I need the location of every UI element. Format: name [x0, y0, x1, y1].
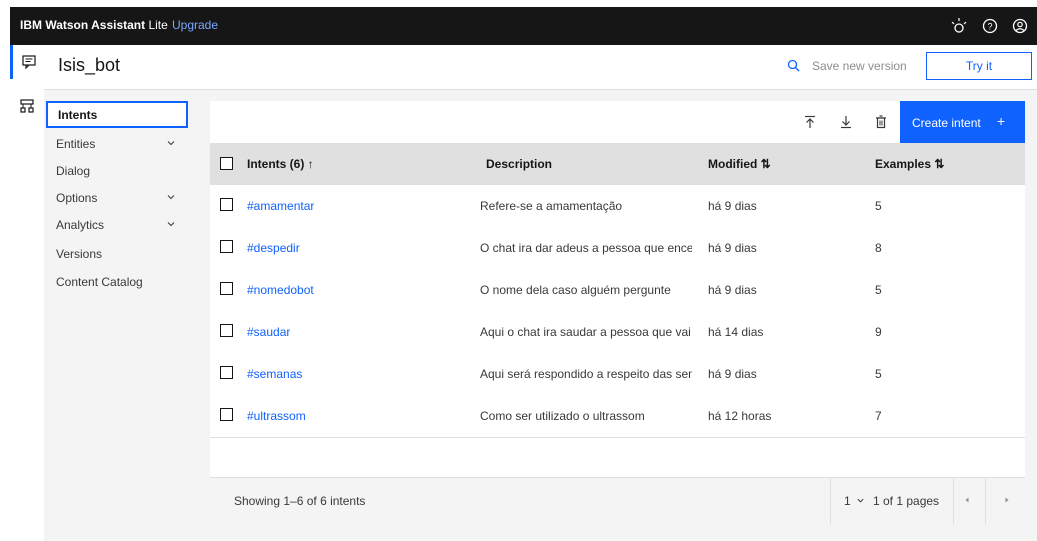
brand[interactable]: IBM Watson Assistant Lite — [20, 18, 168, 32]
intent-modified: há 9 dias — [708, 283, 757, 297]
help-icon[interactable]: ? — [980, 16, 1000, 36]
plus-icon: + — [997, 113, 1006, 129]
intent-examples: 5 — [875, 199, 882, 213]
left-rail — [10, 45, 44, 541]
intent-description: Aqui o chat ira saudar a pessoa que vai … — [480, 325, 692, 339]
intent-description: O chat ira dar adeus a pessoa que encer.… — [480, 241, 692, 255]
nav-item-entities[interactable]: Entities — [46, 131, 188, 157]
intent-examples: 7 — [875, 409, 882, 423]
next-page-icon[interactable] — [1000, 493, 1014, 507]
table-header: Intents (6) ↑ Description Modified ⇅ Exa… — [210, 143, 1025, 185]
intent-examples: 5 — [875, 367, 882, 381]
page-title: Isis_bot — [58, 55, 121, 75]
intent-name-link[interactable]: #saudar — [247, 325, 290, 339]
previous-page-icon[interactable] — [960, 493, 974, 507]
intent-modified: há 9 dias — [708, 241, 757, 255]
intent-name-link[interactable]: #nomedobot — [247, 283, 314, 297]
search-icon[interactable] — [787, 59, 800, 77]
row-checkbox[interactable] — [220, 324, 233, 337]
nav-item-content-catalog[interactable]: Content Catalog — [46, 269, 188, 295]
nav-item-analytics[interactable]: Analytics — [46, 212, 188, 238]
row-checkbox[interactable] — [220, 408, 233, 421]
top-bar: IBM Watson Assistant Lite Upgrade ? — [10, 7, 1037, 45]
intent-examples: 5 — [875, 283, 882, 297]
intent-modified: há 9 dias — [708, 199, 757, 213]
nav-item-versions[interactable]: Versions — [46, 241, 188, 267]
column-header-intents[interactable]: Intents (6) ↑ — [247, 157, 314, 171]
intent-modified: há 12 horas — [708, 409, 772, 423]
page-count: 1 of 1 pages — [873, 494, 940, 508]
intent-description: O nome dela caso alguém pergunte — [480, 283, 671, 297]
table-row[interactable]: #despedir O chat ira dar adeus a pessoa … — [210, 227, 1025, 270]
column-header-modified[interactable]: Modified ⇅ — [708, 157, 771, 171]
nav-item-options[interactable]: Options — [46, 185, 188, 211]
row-checkbox[interactable] — [220, 240, 233, 253]
chevron-down-icon — [166, 137, 176, 151]
create-intent-label: Create intent — [912, 116, 981, 130]
table-row[interactable]: #nomedobot O nome dela caso alguém pergu… — [210, 269, 1025, 312]
intent-description: Aqui será respondido a respeito das sem.… — [480, 367, 692, 381]
table-row[interactable]: #amamentar Refere-se a amamentação há 9 … — [210, 185, 1025, 228]
select-all-checkbox[interactable] — [220, 157, 233, 170]
pagination-bar: Showing 1–6 of 6 intents 1 1 of 1 pages — [210, 477, 1025, 524]
lightbulb-icon[interactable] — [949, 16, 969, 36]
page-select-value: 1 — [844, 494, 851, 508]
intent-name-link[interactable]: #despedir — [247, 241, 300, 255]
pagination-summary: Showing 1–6 of 6 intents — [234, 494, 366, 508]
column-header-description: Description — [486, 157, 553, 171]
nav-item-dialog[interactable]: Dialog — [46, 158, 188, 184]
intent-name-link[interactable]: #amamentar — [247, 199, 314, 213]
intent-name-link[interactable]: #ultrassom — [247, 409, 306, 423]
intent-examples: 9 — [875, 325, 882, 339]
table-toolbar: Create intent + — [210, 101, 1025, 143]
table-row[interactable]: #saudar Aqui o chat ira saudar a pessoa … — [210, 311, 1025, 354]
intent-description: Refere-se a amamentação — [480, 199, 623, 213]
delete-icon[interactable] — [872, 113, 890, 131]
nav-item-intents[interactable]: Intents — [46, 101, 188, 128]
chevron-down-icon — [166, 218, 176, 232]
chat-skill-icon[interactable] — [10, 45, 44, 79]
divider — [830, 478, 831, 524]
intent-modified: há 14 dias — [708, 325, 764, 339]
table-row[interactable]: #ultrassom Como ser utilizado o ultrasso… — [210, 395, 1025, 438]
intent-description: Como ser utilizado o ultrassom — [480, 409, 645, 423]
upload-icon[interactable] — [801, 113, 819, 131]
divider — [953, 478, 954, 524]
intents-panel: Create intent + Intents (6) ↑ Descriptio… — [210, 101, 1025, 524]
download-icon[interactable] — [837, 113, 855, 131]
page-select[interactable]: 1 — [844, 494, 865, 508]
chevron-down-icon — [857, 498, 864, 503]
skill-header: Isis_bot Save new version Try it — [44, 45, 1037, 90]
svg-text:?: ? — [987, 22, 992, 32]
upgrade-link[interactable]: Upgrade — [172, 18, 218, 32]
chevron-down-icon — [166, 191, 176, 205]
intent-examples: 8 — [875, 241, 882, 255]
intent-modified: há 9 dias — [708, 367, 757, 381]
column-header-examples[interactable]: Examples ⇅ — [875, 157, 944, 171]
row-checkbox[interactable] — [220, 282, 233, 295]
try-it-button[interactable]: Try it — [926, 52, 1032, 80]
table-row[interactable]: #semanas Aqui será respondido a respeito… — [210, 353, 1025, 396]
intent-name-link[interactable]: #semanas — [247, 367, 302, 381]
row-checkbox[interactable] — [220, 198, 233, 211]
user-icon[interactable] — [1010, 16, 1030, 36]
structure-icon[interactable] — [10, 89, 44, 123]
save-version-button[interactable]: Save new version — [812, 59, 907, 73]
create-intent-button[interactable]: Create intent + — [900, 101, 1025, 143]
row-checkbox[interactable] — [220, 366, 233, 379]
divider — [985, 478, 986, 524]
